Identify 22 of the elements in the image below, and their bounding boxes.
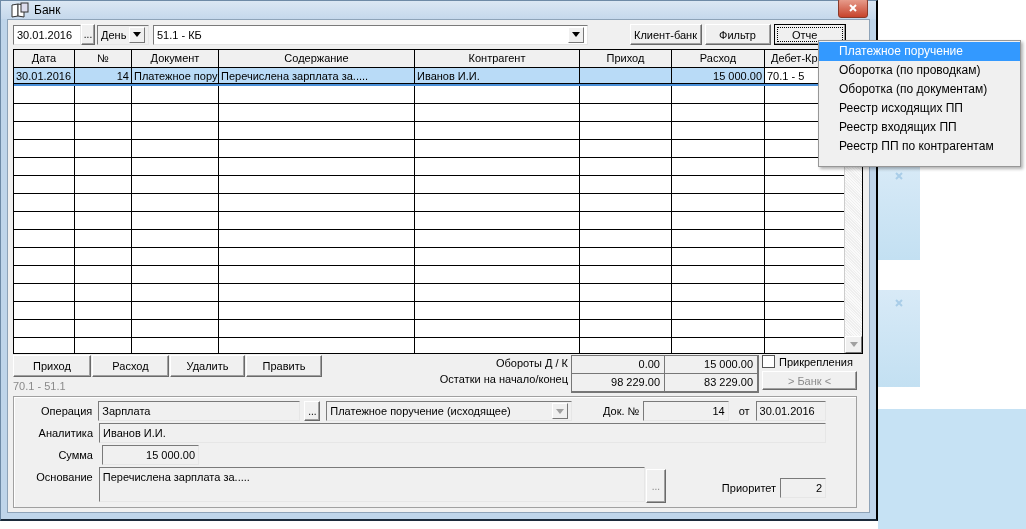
totals-label: Обороты Д / К bbox=[496, 357, 568, 369]
table-cell: 15 000.00 bbox=[672, 68, 765, 84]
checkbox-label: Прикрепления bbox=[779, 355, 853, 368]
field-label: Приоритет bbox=[721, 482, 777, 494]
totals-cell: 83 229.00 bbox=[665, 374, 758, 392]
field-label: Аналитика bbox=[37, 427, 93, 439]
table-cell: Платежное пору bbox=[132, 68, 219, 84]
table-cell: 14 bbox=[75, 68, 132, 84]
table-cell: 30.01.2016 bbox=[14, 68, 75, 84]
table-cell: Перечислена зарплата за..... bbox=[219, 68, 415, 84]
field-label: Сумма bbox=[57, 449, 93, 461]
window-title: Банк bbox=[34, 3, 62, 17]
totals-cell: 98 229.00 bbox=[572, 374, 665, 392]
totals-cell: 15 000.00 bbox=[665, 356, 758, 374]
table-cell: Иванов И.И. bbox=[415, 68, 580, 84]
totals-cell: 0.00 bbox=[572, 356, 665, 374]
field-label: Док. № bbox=[602, 405, 640, 417]
field-label: Основание bbox=[35, 471, 93, 483]
entry-hint: 70.1 - 51.1 bbox=[13, 380, 67, 392]
totals-label: Остатки на начало/конец bbox=[439, 373, 568, 385]
field-label: Операция bbox=[40, 405, 93, 417]
field-label: от bbox=[738, 405, 750, 417]
